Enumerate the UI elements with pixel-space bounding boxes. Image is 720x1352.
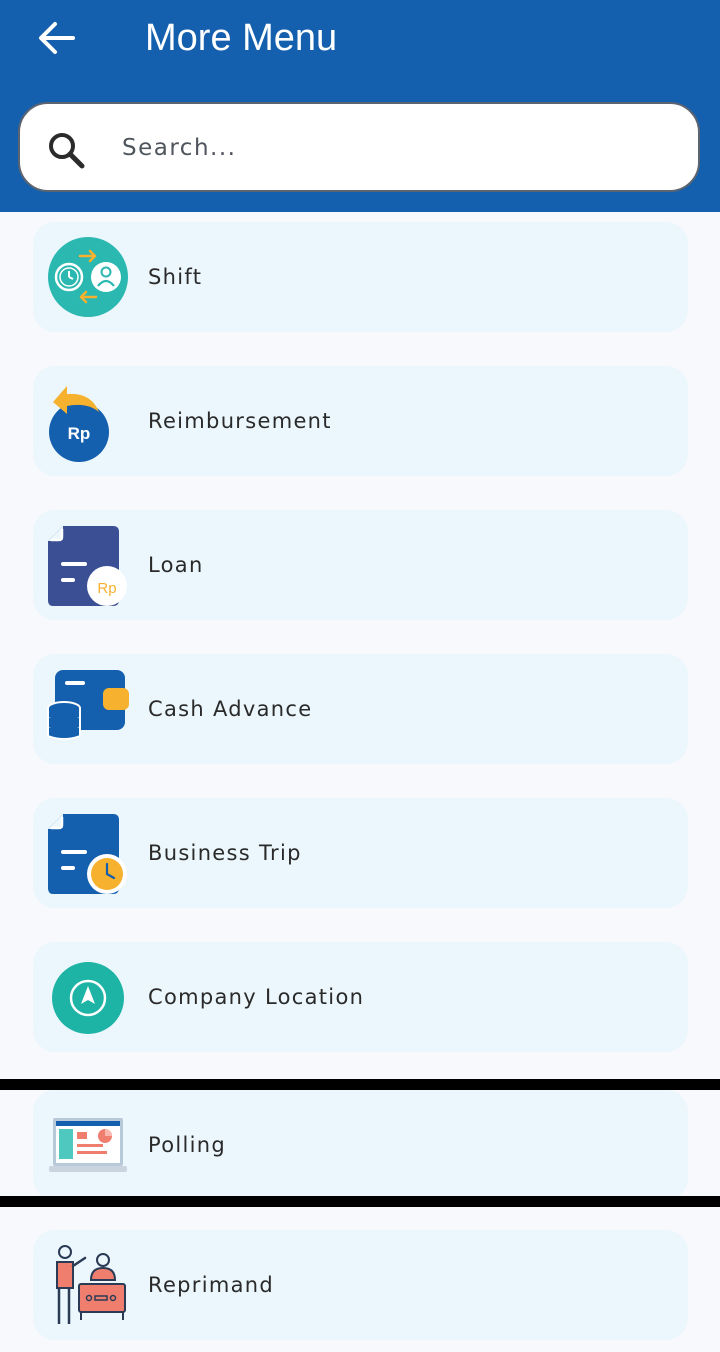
- reprimand-meeting-icon: [56, 1245, 126, 1324]
- menu-item-label: Company Location: [148, 985, 365, 1009]
- menu-item-business-trip[interactable]: Business Trip: [33, 798, 688, 908]
- menu-item-label: Reimbursement: [148, 409, 332, 433]
- svg-text:Rp: Rp: [97, 580, 116, 597]
- wallet-coins-icon: [47, 670, 129, 740]
- arrow-left-icon: [39, 22, 75, 54]
- reimbursement-icon: Rp: [49, 386, 109, 462]
- menu-item-reprimand[interactable]: Reprimand: [33, 1230, 688, 1340]
- app-header: More Menu: [0, 0, 720, 212]
- menu-item-label: Business Trip: [148, 841, 302, 865]
- menu-item-polling[interactable]: Polling: [33, 1090, 688, 1200]
- menu-item-loan[interactable]: Rp Loan: [33, 510, 688, 620]
- page-title: More Menu: [145, 17, 338, 59]
- svg-text:Rp: Rp: [68, 424, 91, 443]
- search-icon: [49, 133, 85, 169]
- menu-item-cash-advance[interactable]: Cash Advance: [33, 654, 688, 764]
- divider: [0, 1196, 720, 1207]
- menu-item-label: Reprimand: [148, 1273, 275, 1297]
- back-button[interactable]: [30, 14, 82, 62]
- location-compass-icon: [52, 962, 124, 1034]
- menu-item-label: Cash Advance: [148, 697, 313, 721]
- polling-screen-icon: [49, 1118, 127, 1172]
- loan-document-icon: Rp: [48, 526, 127, 606]
- menu-item-shift[interactable]: Shift: [33, 222, 688, 332]
- menu-item-reimbursement[interactable]: Rp Reimbursement: [33, 366, 688, 476]
- shift-swap-icon: [48, 237, 128, 317]
- menu-item-label: Polling: [148, 1133, 227, 1157]
- menu-item-label: Loan: [148, 553, 204, 577]
- divider: [0, 1079, 720, 1090]
- menu-item-company-location[interactable]: Company Location: [33, 942, 688, 1052]
- search-input[interactable]: [120, 120, 684, 176]
- search-bar[interactable]: [18, 102, 700, 192]
- trip-document-clock-icon: [48, 814, 127, 894]
- menu-item-label: Shift: [148, 265, 203, 289]
